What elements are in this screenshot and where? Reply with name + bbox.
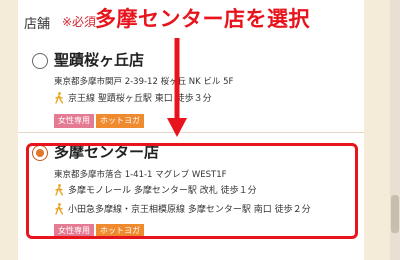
store-section-label: 店舗 bbox=[24, 17, 51, 32]
walking-person-icon bbox=[55, 91, 64, 104]
selection-highlight-box bbox=[26, 143, 358, 239]
red-arrow-icon bbox=[167, 38, 187, 137]
scrollbar-thumb[interactable] bbox=[391, 195, 399, 233]
store-divider bbox=[18, 132, 364, 133]
store-option-seiseki[interactable]: 聖蹟桜ヶ丘店 東京都多摩市関戸 2-39-12 桜ヶ丘 NK ビル 5F 京王線… bbox=[24, 43, 364, 131]
radio-seiseki[interactable] bbox=[32, 53, 48, 69]
store-name: 聖蹟桜ヶ丘店 bbox=[54, 51, 145, 69]
badge-women-only: 女性専用 bbox=[54, 114, 94, 128]
store-badges: 女性専用 ホットヨガ bbox=[54, 114, 144, 128]
store-address: 東京都多摩市関戸 2-39-12 桜ヶ丘 NK ビル 5F bbox=[54, 77, 234, 87]
badge-hot-yoga: ホットヨガ bbox=[96, 114, 144, 128]
callout-text: 多摩センター店を選択 bbox=[95, 7, 310, 31]
required-mark: ※必須 bbox=[62, 15, 97, 29]
access-text: 京王線 聖蹟桜ヶ丘駅 東口 徒歩３分 bbox=[68, 94, 212, 104]
